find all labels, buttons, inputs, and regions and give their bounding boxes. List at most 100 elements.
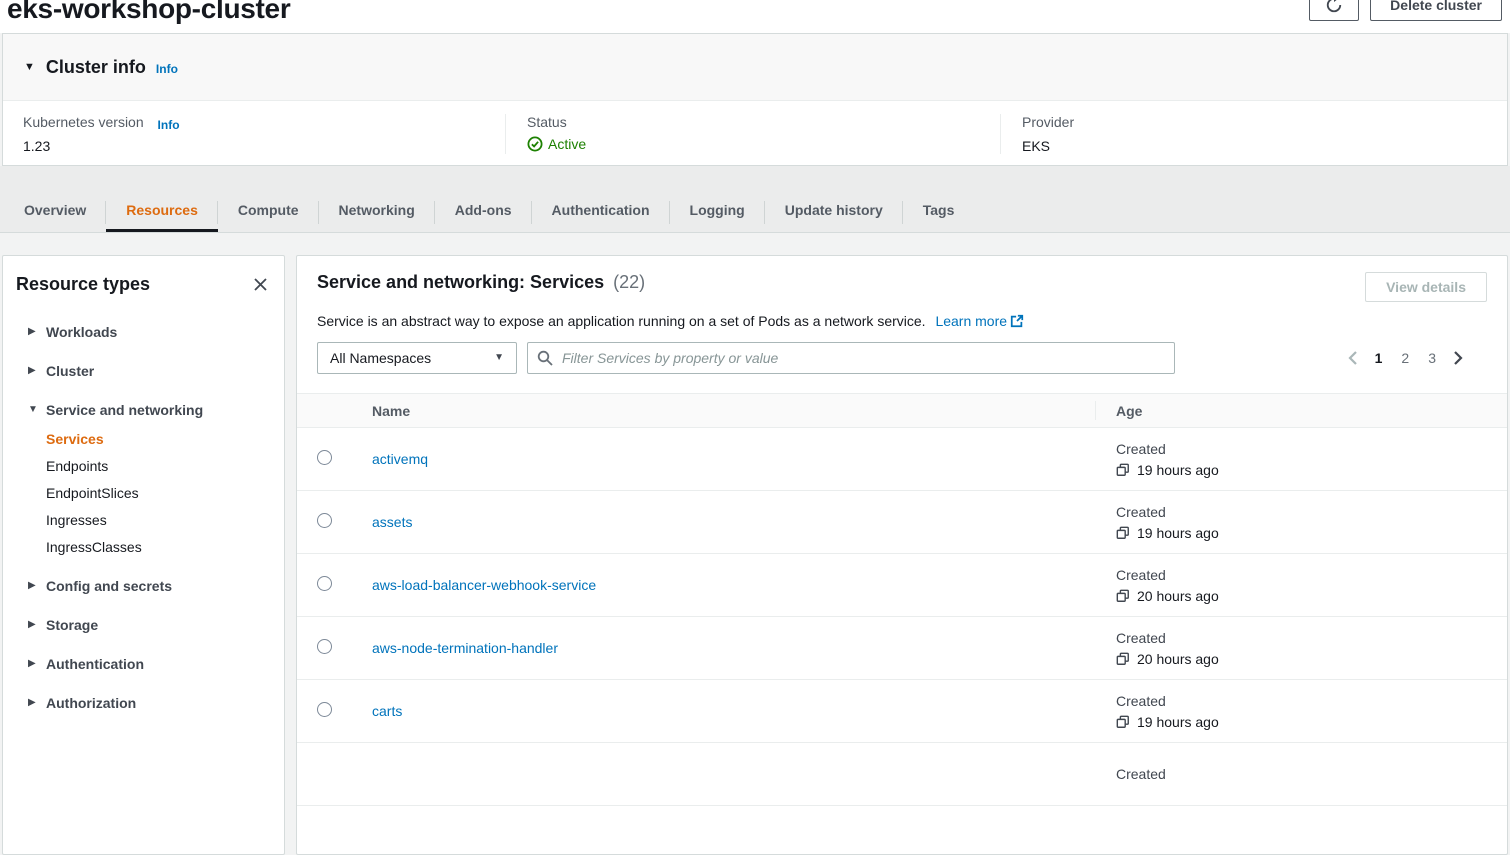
service-link[interactable]: aws-node-termination-handler xyxy=(372,640,558,656)
age-value: 20 hours ago xyxy=(1137,651,1219,667)
sidebar-item-service-and-networking[interactable]: ▼ Service and networking xyxy=(28,402,270,418)
group-authentication: ▶ Authentication xyxy=(28,656,270,672)
cluster-info-header[interactable]: ▼ Cluster info Info xyxy=(3,34,1507,101)
services-panel: Service and networking: Services (22) Vi… xyxy=(296,255,1508,855)
age-value: 20 hours ago xyxy=(1137,588,1219,604)
chevron-left-icon xyxy=(1346,354,1359,369)
row-radio-button[interactable] xyxy=(317,639,332,654)
field-kubernetes-version: Kubernetes version Info 1.23 xyxy=(3,114,505,154)
chevron-right-icon: ▶ xyxy=(28,327,38,337)
group-label: Authentication xyxy=(46,656,144,672)
sidebar-item-storage[interactable]: ▶ Storage xyxy=(28,617,270,633)
chevron-right-icon: ▶ xyxy=(28,659,38,669)
tabs: Overview Resources Compute Networking Ad… xyxy=(4,188,1510,232)
close-icon xyxy=(253,280,268,295)
tab-resources[interactable]: Resources xyxy=(106,188,218,232)
table-row: activemq Created 19 hours ago xyxy=(297,428,1507,491)
field-status: Status Active xyxy=(505,114,1000,154)
service-link[interactable]: aws-load-balancer-webhook-service xyxy=(372,577,596,593)
previous-page-button[interactable] xyxy=(1344,348,1361,368)
services-description: Service is an abstract way to expose an … xyxy=(317,312,1487,329)
row-radio-button[interactable] xyxy=(317,513,332,528)
learn-more-link[interactable]: Learn more xyxy=(935,313,1024,329)
created-label: Created xyxy=(1116,567,1506,583)
sidebar-item-config-and-secrets[interactable]: ▶ Config and secrets xyxy=(28,578,270,594)
tabs-strip: Overview Resources Compute Networking Ad… xyxy=(0,166,1510,233)
chevron-right-icon xyxy=(1452,354,1465,369)
kubernetes-version-info-link[interactable]: Info xyxy=(158,118,180,132)
table-row: aws-load-balancer-webhook-service Create… xyxy=(297,554,1507,617)
delete-cluster-button[interactable]: Delete cluster xyxy=(1370,0,1502,21)
page-number-2[interactable]: 2 xyxy=(1396,350,1414,366)
tab-logging[interactable]: Logging xyxy=(670,188,765,232)
name-column-header: Name xyxy=(352,394,1095,428)
resource-type-groups: ▶ Workloads ▶ Cluster ▼ Service and netw… xyxy=(13,324,270,711)
sidebar-item-ingressclasses[interactable]: IngressClasses xyxy=(46,539,270,555)
sidebar-item-authorization[interactable]: ▶ Authorization xyxy=(28,695,270,711)
tab-add-ons[interactable]: Add-ons xyxy=(435,188,532,232)
tab-tags[interactable]: Tags xyxy=(903,188,975,232)
refresh-icon xyxy=(1324,0,1344,15)
view-details-button[interactable]: View details xyxy=(1365,272,1487,302)
sidebar-item-authentication[interactable]: ▶ Authentication xyxy=(28,656,270,672)
content-area: Resource types ▶ Workloads ▶ Cluster xyxy=(0,233,1510,855)
tab-networking[interactable]: Networking xyxy=(319,188,435,232)
namespace-select[interactable]: All Namespaces ▼ xyxy=(317,342,517,374)
created-label: Created xyxy=(1116,441,1506,457)
group-label: Cluster xyxy=(46,363,94,379)
search-box xyxy=(527,342,1175,374)
tab-overview[interactable]: Overview xyxy=(4,188,106,232)
row-radio-button[interactable] xyxy=(317,576,332,591)
services-count: (22) xyxy=(613,272,645,292)
search-input[interactable] xyxy=(560,349,1165,367)
row-radio-button[interactable] xyxy=(317,702,332,717)
service-link[interactable]: activemq xyxy=(372,451,428,467)
kubernetes-version-value: 1.23 xyxy=(23,138,505,154)
tab-update-history[interactable]: Update history xyxy=(765,188,903,232)
row-radio-button[interactable] xyxy=(317,450,332,465)
page-number-1[interactable]: 1 xyxy=(1370,350,1388,366)
page-title: eks-workshop-cluster xyxy=(7,0,290,25)
tab-compute[interactable]: Compute xyxy=(218,188,319,232)
namespace-select-value: All Namespaces xyxy=(330,350,431,366)
copy-icon[interactable] xyxy=(1116,652,1130,666)
sidebar-item-services[interactable]: Services xyxy=(46,431,270,447)
provider-label: Provider xyxy=(1022,114,1507,130)
table-header-row: Name Age xyxy=(297,394,1507,428)
field-label: Kubernetes version Info xyxy=(23,114,505,130)
service-link[interactable]: carts xyxy=(372,703,402,719)
sidebar-item-workloads[interactable]: ▶ Workloads xyxy=(28,324,270,340)
chevron-down-icon: ▼ xyxy=(28,405,38,415)
next-page-button[interactable] xyxy=(1450,348,1467,368)
cluster-info-info-link[interactable]: Info xyxy=(156,62,178,76)
chevron-right-icon: ▶ xyxy=(28,366,38,376)
cluster-info-fields: Kubernetes version Info 1.23 Status Acti… xyxy=(3,101,1507,165)
sidebar-item-endpointslices[interactable]: EndpointSlices xyxy=(46,485,270,501)
kubernetes-version-label: Kubernetes version xyxy=(23,114,144,130)
sidebar-item-cluster[interactable]: ▶ Cluster xyxy=(28,363,270,379)
copy-icon[interactable] xyxy=(1116,589,1130,603)
copy-icon[interactable] xyxy=(1116,526,1130,540)
group-workloads: ▶ Workloads xyxy=(28,324,270,340)
service-link[interactable]: assets xyxy=(372,514,412,530)
cluster-info-card: ▼ Cluster info Info Kubernetes version I… xyxy=(2,33,1508,166)
group-label: Storage xyxy=(46,617,98,633)
provider-value: EKS xyxy=(1022,138,1507,154)
refresh-button[interactable] xyxy=(1309,0,1359,21)
status-badge: Active xyxy=(527,136,1000,152)
collapse-caret-icon: ▼ xyxy=(24,62,35,73)
tab-authentication[interactable]: Authentication xyxy=(532,188,670,232)
check-circle-icon xyxy=(527,136,543,152)
page-number-3[interactable]: 3 xyxy=(1423,350,1441,366)
sidebar-title: Resource types xyxy=(16,274,150,295)
copy-icon[interactable] xyxy=(1116,463,1130,477)
copy-icon[interactable] xyxy=(1116,715,1130,729)
chevron-right-icon: ▶ xyxy=(28,698,38,708)
sidebar-item-endpoints[interactable]: Endpoints xyxy=(46,458,270,474)
cluster-info-title: Cluster info xyxy=(46,57,146,78)
services-table: Name Age activemq Created 19 hours ago xyxy=(297,393,1507,806)
close-sidebar-button[interactable] xyxy=(251,275,270,294)
sidebar-item-ingresses[interactable]: Ingresses xyxy=(46,512,270,528)
pagination: 1 2 3 xyxy=(1344,348,1487,368)
table-row: carts Created 19 hours ago xyxy=(297,680,1507,743)
